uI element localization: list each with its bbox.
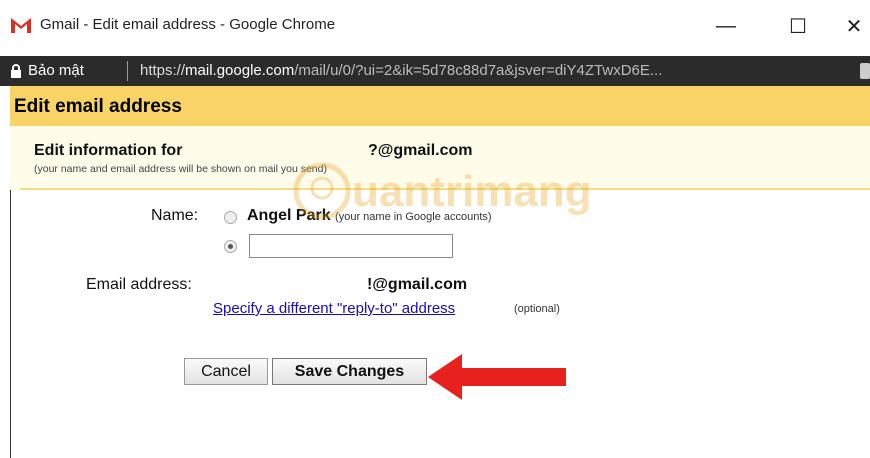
url-text[interactable]: https://mail.google.com/mail/u/0/?ui=2&i… [140, 62, 662, 79]
name-input[interactable] [249, 234, 453, 258]
cancel-button[interactable]: Cancel [184, 358, 268, 385]
name-google-radio[interactable] [224, 211, 237, 224]
gmail-icon [10, 16, 32, 34]
lock-icon [11, 64, 21, 78]
email-label: Email address: [86, 276, 192, 293]
minimize-button[interactable]: — [706, 8, 746, 44]
dialog-page: Edit email address Edit information for … [10, 86, 870, 458]
radio-selected-dot [228, 244, 233, 249]
address-separator [127, 61, 128, 81]
red-arrow-icon [428, 354, 566, 400]
url-path: /mail/u/0/?ui=2&ik=5d78c88d7a&jsver=diY4… [294, 62, 663, 79]
close-button[interactable]: ✕ [834, 8, 870, 44]
maximize-button[interactable]: ☐ [778, 8, 818, 44]
watermark-text: uantrimang [352, 167, 592, 216]
replyto-link[interactable]: Specify a different "reply-to" address [213, 300, 455, 317]
url-scheme: https:// [140, 62, 186, 79]
optional-note: (optional) [514, 303, 560, 315]
window-titlebar: Gmail - Edit email address - Google Chro… [0, 0, 870, 52]
security-label[interactable]: Bảo mật [28, 62, 84, 79]
info-heading: Edit information for [34, 142, 183, 159]
page-title: Edit email address [14, 96, 182, 117]
url-host: mail.google.com [185, 62, 295, 79]
info-note: (your name and email address will be sho… [34, 163, 327, 175]
watermark-logo: uantrimang [293, 162, 592, 220]
redacted-email [206, 142, 366, 158]
name-custom-radio[interactable] [224, 240, 237, 253]
name-label: Name: [151, 207, 199, 224]
save-changes-button[interactable]: Save Changes [272, 358, 427, 385]
window-title: Gmail - Edit email address - Google Chro… [40, 16, 336, 33]
address-bar[interactable]: Bảo mật https://mail.google.com/mail/u/0… [0, 56, 870, 86]
email-value: !@gmail.com [367, 276, 468, 293]
page-header: Edit email address [10, 86, 870, 126]
form-area [10, 190, 870, 458]
extension-icon[interactable] [860, 63, 870, 79]
